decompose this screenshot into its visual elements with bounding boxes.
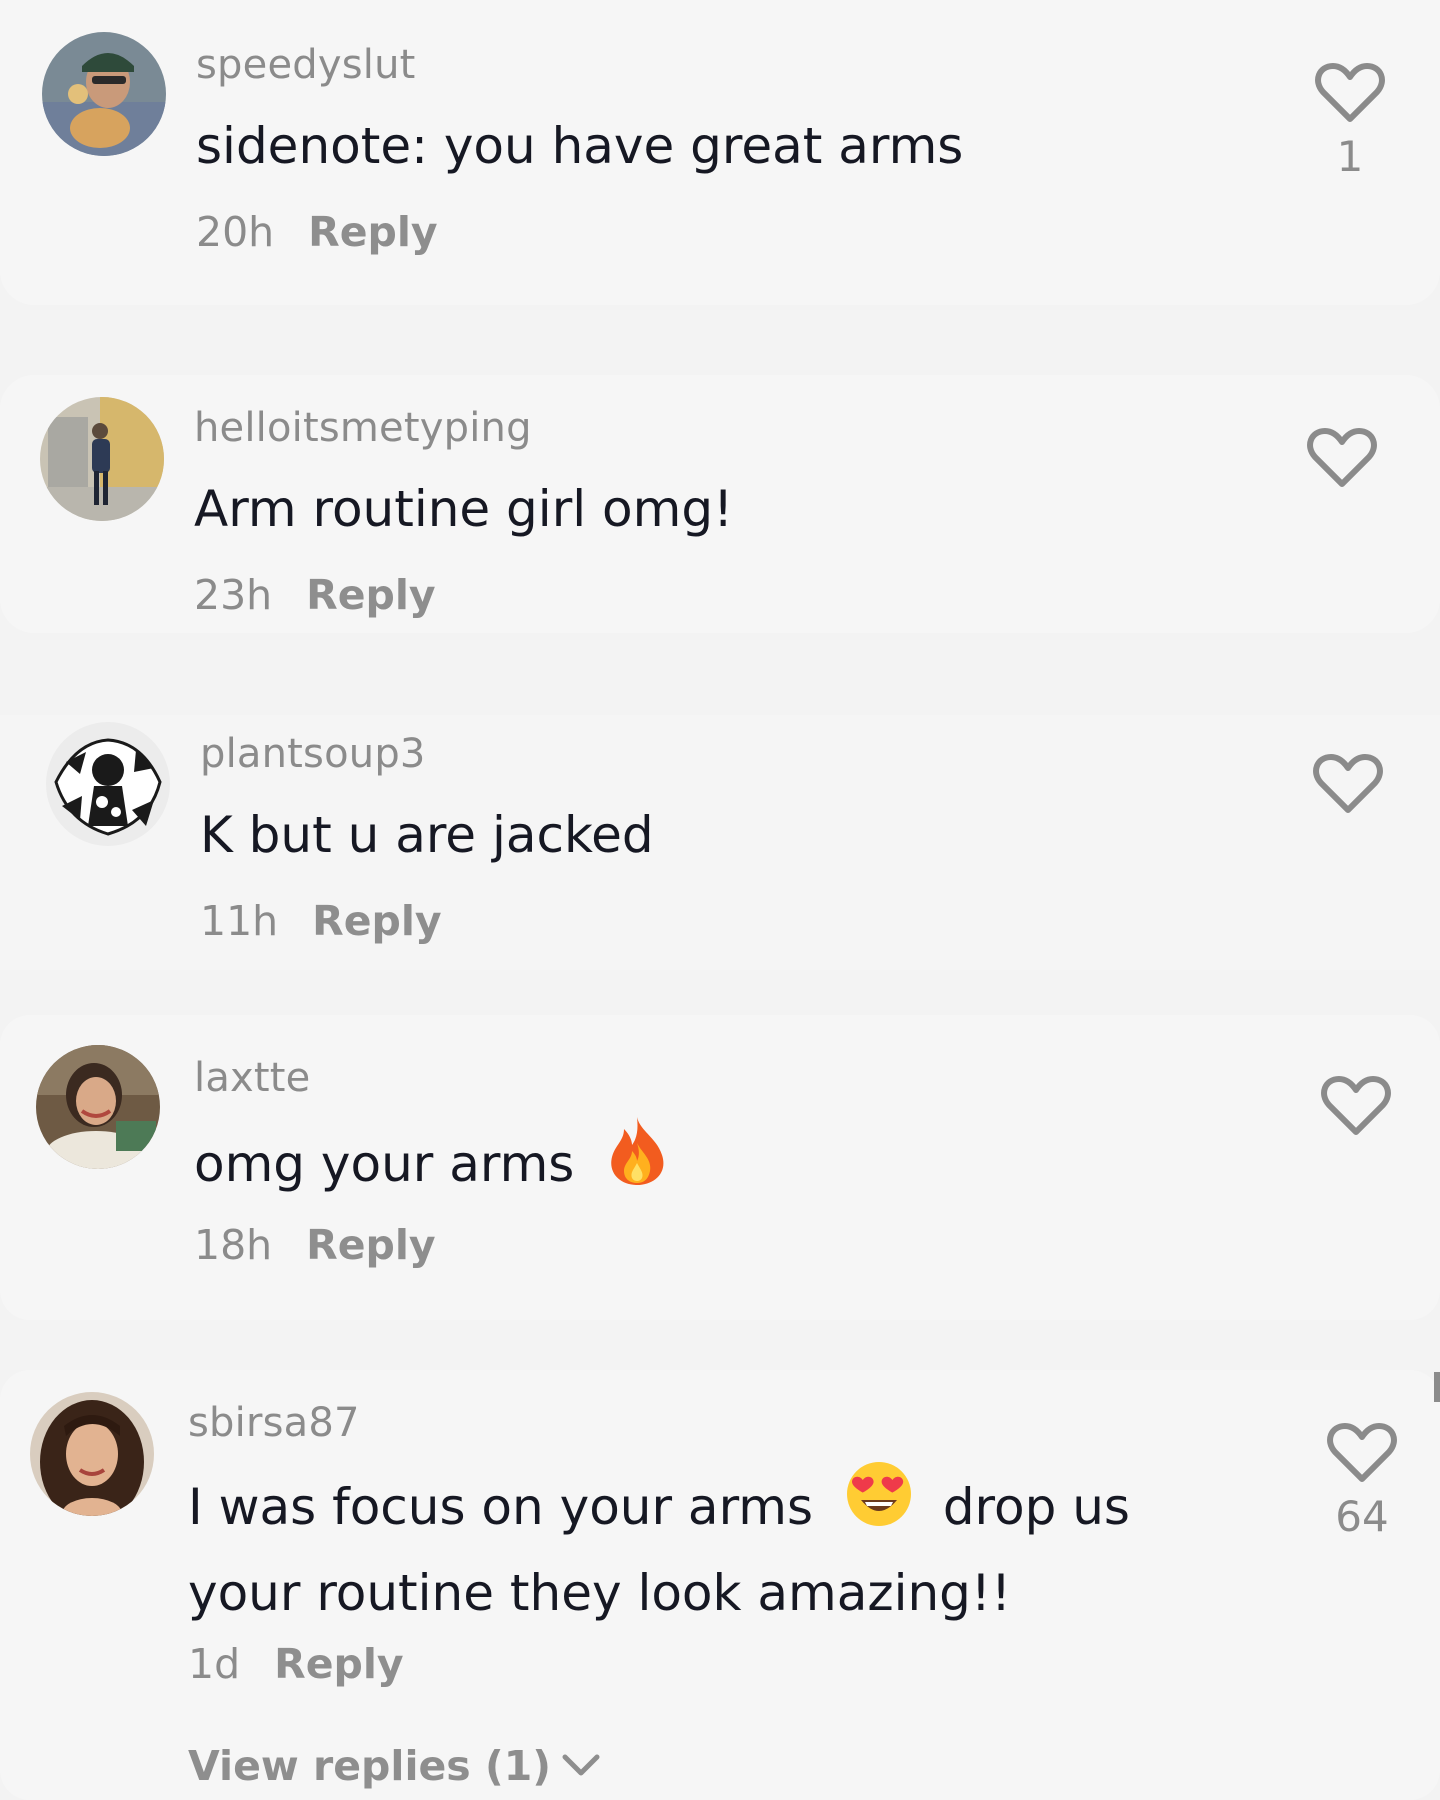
heart-eyes-emoji-icon xyxy=(845,1460,913,1549)
comment-text: omg your arms xyxy=(194,1117,668,1214)
comment-item: plantsoup3 K but u are jacked 11h Reply xyxy=(0,715,1440,970)
like-button[interactable]: 1 xyxy=(1310,62,1390,181)
comment-time: 11h xyxy=(200,897,279,945)
view-replies-label: View replies (1) xyxy=(188,1742,551,1790)
user-avatar[interactable] xyxy=(30,1392,154,1516)
reply-button[interactable]: Reply xyxy=(306,571,436,619)
avatar-drawing-icon xyxy=(46,722,170,846)
comment-time: 18h xyxy=(194,1221,273,1269)
heart-outline-icon xyxy=(1315,63,1385,122)
comment-meta: 11h Reply xyxy=(200,897,442,945)
comment-username[interactable]: helloitsmetyping xyxy=(194,405,532,451)
like-button[interactable] xyxy=(1302,427,1382,489)
comment-username[interactable]: sbirsa87 xyxy=(188,1400,360,1446)
comment-time: 23h xyxy=(194,571,273,619)
comment-text-body: omg your arms xyxy=(194,1135,575,1193)
comment-meta: 20h Reply xyxy=(196,208,438,256)
user-avatar[interactable] xyxy=(42,32,166,156)
avatar-photo-icon xyxy=(42,32,166,156)
comment-username[interactable]: plantsoup3 xyxy=(200,731,426,777)
edge-indicator xyxy=(1434,1372,1440,1402)
like-button[interactable] xyxy=(1316,1075,1396,1137)
like-count: 64 xyxy=(1335,1492,1389,1541)
comment-meta: 1d Reply xyxy=(188,1640,404,1688)
heart-outline-icon xyxy=(1307,428,1377,487)
heart-outline-icon xyxy=(1327,1423,1397,1482)
comment-text-body: drop us xyxy=(942,1478,1130,1536)
avatar-photo-icon xyxy=(30,1392,154,1516)
like-count: 1 xyxy=(1336,132,1364,181)
chevron-down-icon xyxy=(562,1754,600,1776)
comment-item: helloitsmetyping Arm routine girl omg! 2… xyxy=(0,375,1440,633)
reply-button[interactable]: Reply xyxy=(308,208,438,256)
user-avatar[interactable] xyxy=(40,397,164,521)
user-avatar[interactable] xyxy=(46,722,170,846)
comment-text-body: your routine they look amazing!! xyxy=(188,1564,1011,1622)
comment-text: Arm routine girl omg! xyxy=(194,480,734,538)
comment-meta: 23h Reply xyxy=(194,571,436,619)
like-button[interactable]: 64 xyxy=(1322,1422,1402,1541)
comment-item: laxtte omg your arms 18h Reply xyxy=(0,1015,1440,1320)
comment-item: speedyslut sidenote: you have great arms… xyxy=(0,0,1440,305)
reply-button[interactable]: Reply xyxy=(306,1221,436,1269)
comment-text: sidenote: you have great arms xyxy=(196,117,964,175)
like-button[interactable] xyxy=(1308,753,1388,815)
fire-emoji-icon xyxy=(606,1115,668,1208)
comment-username[interactable]: laxtte xyxy=(194,1055,310,1101)
view-replies-button[interactable]: View replies (1) xyxy=(188,1742,601,1790)
comment-username[interactable]: speedyslut xyxy=(196,42,416,88)
comment-text: I was focus on your arms drop us your ro… xyxy=(188,1462,1130,1631)
comment-time: 1d xyxy=(188,1640,241,1688)
comment-time: 20h xyxy=(196,208,275,256)
heart-outline-icon xyxy=(1313,754,1383,813)
avatar-photo-icon xyxy=(36,1045,160,1169)
reply-button[interactable]: Reply xyxy=(312,897,442,945)
comment-text-body: I was focus on your arms xyxy=(188,1478,813,1536)
heart-outline-icon xyxy=(1321,1076,1391,1135)
avatar-photo-icon xyxy=(40,397,164,521)
comment-text: K but u are jacked xyxy=(200,806,654,864)
comment-meta: 18h Reply xyxy=(194,1221,436,1269)
comment-item: sbirsa87 I was focus on your arms drop u… xyxy=(0,1370,1440,1800)
reply-button[interactable]: Reply xyxy=(274,1640,404,1688)
user-avatar[interactable] xyxy=(36,1045,160,1169)
